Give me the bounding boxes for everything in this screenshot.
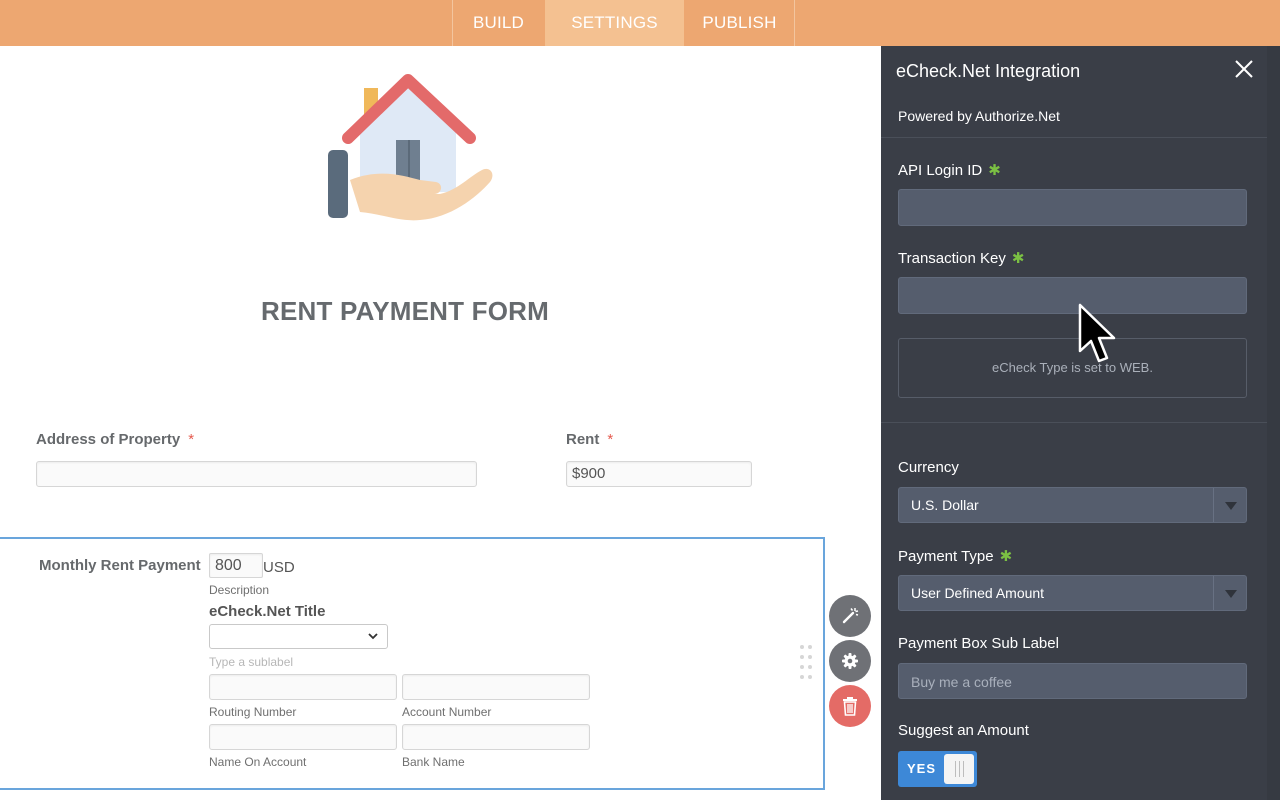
tab-settings[interactable]: SETTINGS (545, 0, 684, 46)
required-star-icon: ✱ (988, 162, 1001, 179)
suggest-amount-toggle[interactable]: YES (898, 751, 977, 787)
payment-type-label-text: Payment Type (898, 548, 994, 565)
name-on-account-label: Name On Account (209, 755, 307, 769)
sublabel-placeholder[interactable]: Type a sublabel (209, 655, 293, 669)
toggle-text: YES (907, 761, 937, 776)
bank-name-label: Bank Name (402, 755, 465, 769)
transaction-key-label: Transaction Key ✱ (898, 249, 1024, 267)
tab-build[interactable]: BUILD (452, 0, 544, 46)
suggest-amount-label: Suggest an Amount (898, 722, 1029, 739)
gear-icon (842, 653, 858, 669)
payment-type-value: User Defined Amount (911, 585, 1045, 601)
panel-divider (881, 137, 1267, 138)
required-mark: * (188, 431, 195, 448)
field-settings-button[interactable] (829, 640, 871, 682)
bank-name-input[interactable] (402, 724, 590, 750)
address-input[interactable] (36, 461, 477, 487)
delete-field-button[interactable] (829, 685, 871, 727)
currency-label: Currency (898, 459, 959, 476)
chevron-down-icon (1213, 576, 1246, 610)
required-star-icon: ✱ (1011, 250, 1025, 267)
required-star-icon: ✱ (999, 548, 1013, 565)
api-login-label-text: API Login ID (898, 162, 983, 179)
currency-select[interactable]: U.S. Dollar (898, 487, 1247, 523)
name-on-account-input[interactable] (209, 724, 397, 750)
chevron-down-icon (368, 633, 378, 640)
house-in-hand-icon (328, 74, 493, 221)
required-mark: * (607, 431, 614, 448)
transaction-key-input[interactable] (898, 277, 1247, 314)
currency-code: USD (263, 559, 295, 576)
top-nav-bar: BUILD SETTINGS PUBLISH (0, 0, 1280, 46)
chevron-down-icon (1213, 488, 1246, 522)
rent-label: Rent * (566, 431, 613, 448)
payment-box-sub-label-label: Payment Box Sub Label (898, 635, 1059, 652)
address-label-text: Address of Property (36, 431, 181, 448)
mouse-pointer-icon (1078, 303, 1116, 363)
api-login-label: API Login ID ✱ (898, 161, 1001, 179)
currency-value: U.S. Dollar (911, 497, 979, 513)
toggle-knob (944, 754, 974, 784)
routing-number-label: Routing Number (209, 705, 297, 719)
echeck-select[interactable] (209, 624, 388, 649)
echeck-type-info: eCheck Type is set to WEB. (898, 338, 1247, 398)
selected-field-outline[interactable] (0, 537, 825, 790)
payment-type-select[interactable]: User Defined Amount (898, 575, 1247, 611)
account-number-input[interactable] (402, 674, 590, 700)
drag-handle-icon[interactable] (800, 645, 816, 681)
address-label: Address of Property * (36, 431, 194, 448)
echeck-title: eCheck.Net Title (209, 603, 326, 620)
monthly-rent-payment-label: Monthly Rent Payment (39, 557, 201, 574)
form-title: RENT PAYMENT FORM (261, 296, 549, 326)
field-wizard-button[interactable] (829, 595, 871, 637)
rent-input[interactable]: $900 (566, 461, 752, 487)
panel-divider (881, 422, 1267, 423)
panel-title: eCheck.Net Integration (896, 61, 1081, 81)
payment-box-sub-label-input[interactable]: Buy me a coffee (898, 663, 1247, 699)
magic-wand-icon (842, 608, 859, 624)
powered-by-text: Powered by Authorize.Net (898, 108, 1060, 124)
sub-label-placeholder: Buy me a coffee (911, 674, 1012, 690)
tab-publish[interactable]: PUBLISH (685, 0, 795, 46)
description-label: Description (209, 583, 270, 597)
routing-number-input[interactable] (209, 674, 397, 700)
payment-type-label: Payment Type ✱ (898, 547, 1012, 565)
account-number-label: Account Number (402, 705, 492, 719)
payment-amount-input[interactable]: 800 (209, 553, 263, 578)
rent-label-text: Rent (566, 431, 600, 448)
trash-icon (843, 697, 857, 716)
panel-scrollbar[interactable] (1267, 46, 1280, 800)
transaction-key-label-text: Transaction Key (898, 250, 1006, 267)
integration-settings-panel: eCheck.Net Integration Powered by Author… (881, 46, 1280, 800)
api-login-input[interactable] (898, 189, 1247, 226)
close-icon[interactable] (1233, 58, 1255, 80)
